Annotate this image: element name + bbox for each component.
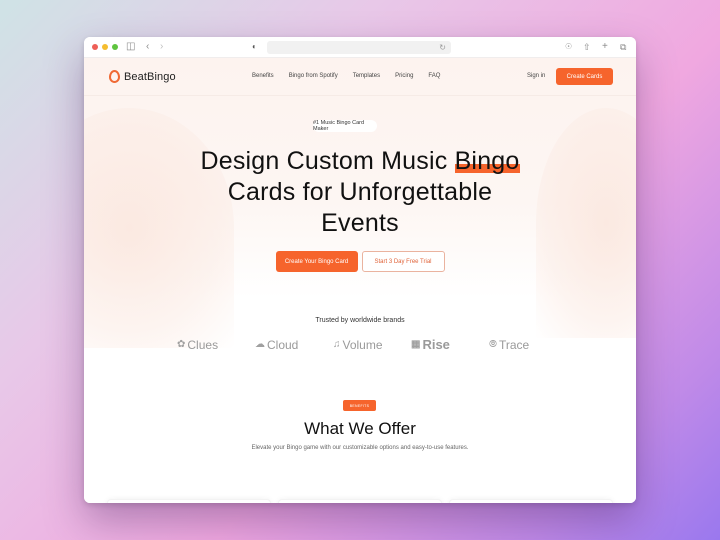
brand-label: Cloud — [267, 337, 299, 352]
hero-cta-row: Create Your Bingo Card Start 3 Day Free … — [84, 251, 636, 272]
hero-badge: #1 Music Bingo Card Maker — [313, 120, 377, 132]
music-disc-icon: ♫ — [333, 339, 341, 350]
reload-icon[interactable]: ↻ — [439, 41, 446, 54]
new-tab-icon[interactable]: + — [602, 41, 608, 53]
nav-link-benefits[interactable]: Benefits — [252, 73, 274, 79]
nav-links: Benefits Bingo from Spotify Templates Pr… — [252, 73, 440, 79]
forward-icon[interactable]: › — [160, 41, 163, 53]
feature-card[interactable]: ▤✦ — [278, 499, 442, 503]
cloud-icon: ☁ — [255, 339, 265, 350]
download-icon[interactable]: ☉ — [565, 41, 572, 53]
minimize-window-button[interactable] — [102, 44, 108, 50]
brand-rise: ▦ Rise — [411, 337, 489, 352]
feature-card[interactable]: ↓✦ — [449, 499, 613, 503]
nav-link-faq[interactable]: FAQ — [428, 73, 440, 79]
zoom-window-button[interactable] — [112, 44, 118, 50]
start-free-trial-button[interactable]: Start 3 Day Free Trial — [361, 251, 445, 272]
close-window-button[interactable] — [92, 44, 98, 50]
traffic-lights — [92, 44, 118, 50]
trusted-label: Trusted by worldwide brands — [315, 317, 405, 324]
headline-line-3: Events — [321, 209, 399, 237]
paw-icon: ✿ — [177, 339, 186, 350]
brand-volume: ♫ Volume — [333, 337, 411, 352]
headline-line-2: Cards for Unforgettable — [227, 178, 493, 206]
brand-label: Clues — [187, 337, 219, 352]
bars-icon: ▦ — [411, 339, 421, 350]
web-page: BeatBingo Benefits Bingo from Spotify Te… — [84, 58, 636, 503]
sidebar-icon[interactable]: ◫ — [126, 41, 135, 53]
brand-clues: ✿ Clues — [177, 337, 255, 352]
browser-toolbar: ◫ ‹ › ◐ ↻ ☉ ⇧ + ⧉ — [84, 37, 636, 58]
nav-link-pricing[interactable]: Pricing — [395, 73, 413, 79]
sign-in-link[interactable]: Sign in — [527, 73, 545, 79]
tabs-overview-icon[interactable]: ⧉ — [620, 41, 626, 53]
nav-link-bingo-from-spotify[interactable]: Bingo from Spotify — [289, 73, 338, 79]
section-subtitle: Elevate your Bingo game with our customi… — [251, 445, 469, 451]
create-bingo-card-button[interactable]: Create Your Bingo Card — [275, 251, 358, 272]
section-title: What We Offer — [304, 419, 416, 438]
brand-label: Volume — [342, 337, 383, 352]
hero-headline: Design Custom Music Bingo Cards for Unfo… — [84, 146, 636, 239]
compass-icon: ⦾ — [489, 339, 497, 350]
brand-logo[interactable]: BeatBingo — [109, 70, 176, 83]
benefits-tag: BENEFITS — [343, 400, 376, 411]
address-bar[interactable]: ↻ — [267, 41, 451, 54]
brand-trace: ⦾ Trace — [489, 337, 567, 352]
nav-link-templates[interactable]: Templates — [353, 73, 380, 79]
create-cards-button[interactable]: Create Cards — [556, 68, 613, 85]
headline-text: Design Custom Music — [200, 147, 455, 175]
site-nav: BeatBingo Benefits Bingo from Spotify Te… — [84, 58, 636, 96]
logo-icon — [109, 70, 120, 83]
brand-logos: ✿ Clues ☁ Cloud ♫ Volume ▦ Rise ⦾ Trace — [177, 337, 567, 352]
share-icon[interactable]: ⇧ — [583, 41, 591, 53]
feature-card[interactable]: ♪✦ — [107, 499, 271, 503]
brand-name: BeatBingo — [124, 70, 176, 83]
feature-cards: ♪✦ ▤✦ ↓✦ — [107, 499, 613, 503]
brand-cloud: ☁ Cloud — [255, 337, 333, 352]
headline-highlight: Bingo — [454, 147, 520, 175]
brand-label: Trace — [499, 337, 530, 352]
privacy-shield-icon[interactable]: ◐ — [252, 41, 257, 53]
back-icon[interactable]: ‹ — [146, 41, 149, 53]
browser-window: ◫ ‹ › ◐ ↻ ☉ ⇧ + ⧉ BeatBingo Benefits Bin… — [84, 37, 636, 503]
brand-label: Rise — [422, 337, 450, 352]
